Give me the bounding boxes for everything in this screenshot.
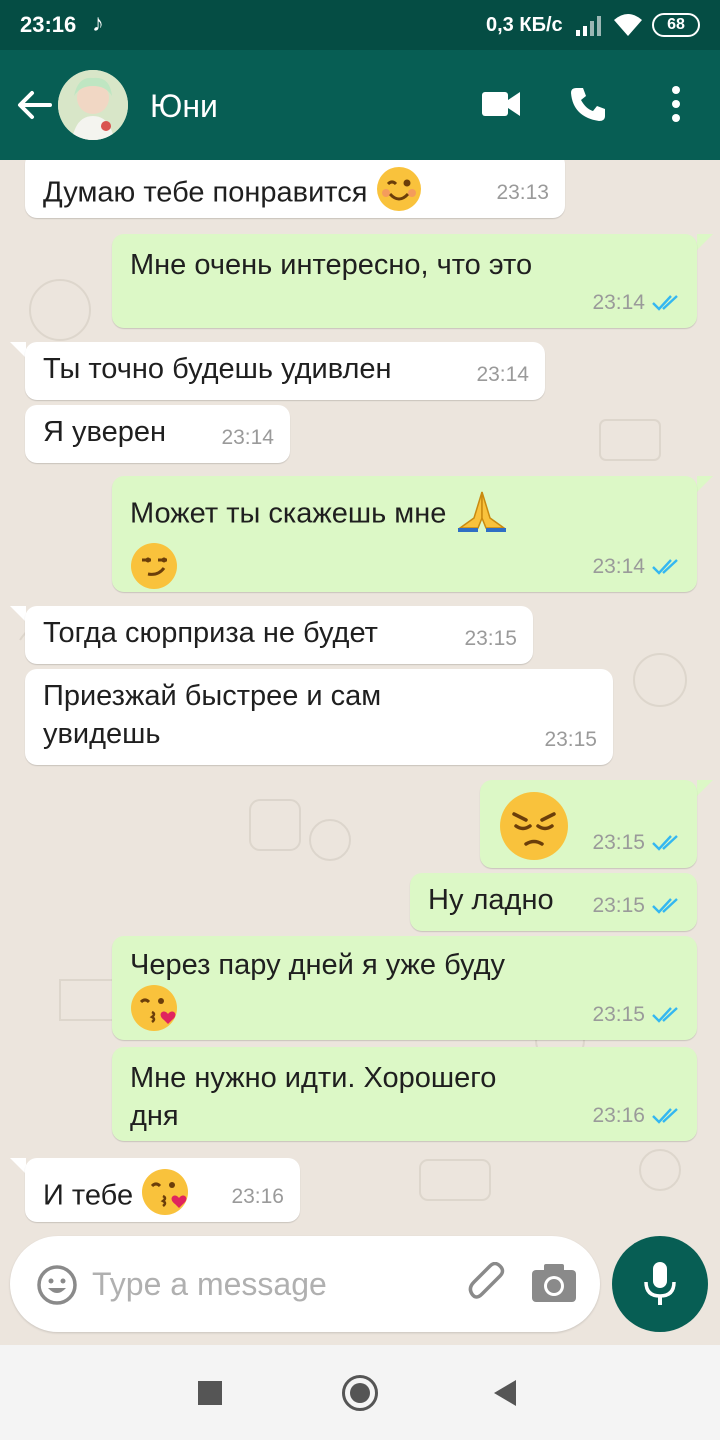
message-text: Приезжай быстрее и сам увидешь <box>43 680 382 750</box>
message-time: 23:15 <box>592 894 645 917</box>
double-check-icon <box>652 835 678 851</box>
smirk-emoji-icon <box>130 542 178 600</box>
message-time: 23:16 <box>592 1104 645 1127</box>
message-text: Думаю тебе понравится <box>43 176 368 209</box>
battery-icon: 68 <box>652 13 700 37</box>
home-icon[interactable] <box>342 1375 378 1411</box>
pensive-emoji-icon <box>498 790 570 872</box>
message-outgoing[interactable]: Может ты скажешь мне 23:14 <box>112 476 697 592</box>
system-navbar <box>0 1345 720 1440</box>
message-meta: 23:15 <box>464 620 517 658</box>
double-check-icon <box>652 295 678 311</box>
message-composer: Type a message <box>10 1236 600 1332</box>
double-check-icon <box>652 559 678 575</box>
message-input[interactable]: Type a message <box>92 1266 327 1303</box>
message-meta: 23:14 <box>592 548 681 586</box>
message-text: Тогда сюрприза не будет <box>43 617 378 649</box>
message-outgoing[interactable]: Мне нужно идти. Хорошего дня 23:16 <box>112 1047 697 1141</box>
message-outgoing[interactable]: 23:15 <box>480 780 697 868</box>
message-meta: 23:15 <box>592 824 681 862</box>
message-meta: 23:15 <box>592 887 681 925</box>
message-incoming[interactable]: Тогда сюрприза не будет 23:15 <box>25 606 533 664</box>
wink-emoji-icon <box>376 166 422 222</box>
camera-icon[interactable] <box>532 1264 576 1302</box>
double-check-icon <box>652 1108 678 1124</box>
bubble-tail <box>697 476 713 492</box>
tiktok-icon: ♪ <box>92 10 104 37</box>
message-text: Мне нужно идти. Хорошего дня <box>130 1062 497 1132</box>
wifi-icon <box>614 14 642 36</box>
message-text: Ты точно будешь удивлен <box>43 353 392 385</box>
message-time: 23:15 <box>544 728 597 751</box>
message-meta: 23:13 <box>496 174 549 212</box>
mic-button[interactable] <box>612 1236 708 1332</box>
message-text: Ну ладно <box>428 884 554 916</box>
message-incoming[interactable]: Приезжай быстрее и сам увидешь 23:15 <box>25 669 613 765</box>
message-incoming[interactable]: И тебе 23:16 <box>25 1158 300 1222</box>
message-time: 23:13 <box>496 181 549 204</box>
network-speed: 0,3 КБ/с <box>486 14 563 36</box>
message-time: 23:16 <box>231 1185 284 1208</box>
double-check-icon <box>652 898 678 914</box>
bubble-tail <box>697 234 713 250</box>
message-meta: 23:15 <box>592 996 681 1034</box>
status-bar: 23:16 ♪ 0,3 КБ/с 68 <box>0 0 720 50</box>
message-time: 23:14 <box>476 363 529 386</box>
back-icon[interactable] <box>494 1380 516 1406</box>
kiss-emoji-icon <box>141 1168 191 1226</box>
recents-icon[interactable] <box>198 1381 222 1405</box>
message-outgoing[interactable]: Мне очень интересно, что это 23:14 <box>112 234 697 328</box>
more-vert-icon[interactable] <box>670 84 682 124</box>
message-time: 23:14 <box>221 426 274 449</box>
message-meta: 23:16 <box>592 1097 681 1135</box>
emoji-icon[interactable] <box>36 1264 78 1306</box>
mic-icon <box>644 1262 676 1305</box>
message-incoming[interactable]: Ты точно будешь удивлен 23:14 <box>25 342 545 400</box>
message-incoming[interactable]: Думаю тебе понравится 23:13 <box>25 160 565 218</box>
signal-icon <box>576 16 601 36</box>
phone-icon[interactable] <box>568 84 608 124</box>
message-text: Может ты скажешь мне <box>130 497 447 530</box>
message-time: 23:15 <box>464 627 517 650</box>
message-incoming[interactable]: Я уверен 23:14 <box>25 405 290 463</box>
contact-name[interactable]: Юни <box>150 88 218 125</box>
message-meta: 23:14 <box>476 356 529 394</box>
avatar[interactable] <box>58 70 128 140</box>
message-meta: 23:14 <box>221 419 274 457</box>
kiss-emoji-icon <box>130 984 180 1042</box>
bubble-tail <box>10 606 26 622</box>
message-meta: 23:15 <box>544 721 597 759</box>
message-text: Я уверен <box>43 416 166 448</box>
message-meta: 23:14 <box>592 284 681 322</box>
message-text: И тебе <box>43 1179 134 1212</box>
back-arrow-icon[interactable] <box>14 85 54 125</box>
message-time: 23:15 <box>592 1003 645 1026</box>
message-meta: 23:16 <box>231 1178 284 1216</box>
double-check-icon <box>652 1007 678 1023</box>
message-time: 23:14 <box>592 555 645 578</box>
message-text: Мне очень интересно, что это <box>130 249 533 281</box>
status-time: 23:16 <box>20 12 77 37</box>
bubble-tail <box>10 342 26 358</box>
bubble-tail <box>697 780 713 796</box>
message-outgoing[interactable]: Ну ладно 23:15 <box>410 873 697 931</box>
battery-level: 68 <box>667 16 685 33</box>
message-text: Через пару дней я уже буду <box>130 949 506 981</box>
message-time: 23:15 <box>592 831 645 854</box>
message-outgoing[interactable]: Через пару дней я уже буду 23:15 <box>112 936 697 1040</box>
message-time: 23:14 <box>592 291 645 314</box>
attach-icon[interactable] <box>468 1262 510 1306</box>
video-call-icon[interactable] <box>482 90 522 118</box>
chat-area[interactable]: Думаю тебе понравится 23:13 Мне очень ин… <box>0 160 720 1235</box>
pray-emoji-icon <box>454 488 510 542</box>
chat-header: Юни <box>0 50 720 160</box>
bubble-tail <box>10 1158 26 1174</box>
